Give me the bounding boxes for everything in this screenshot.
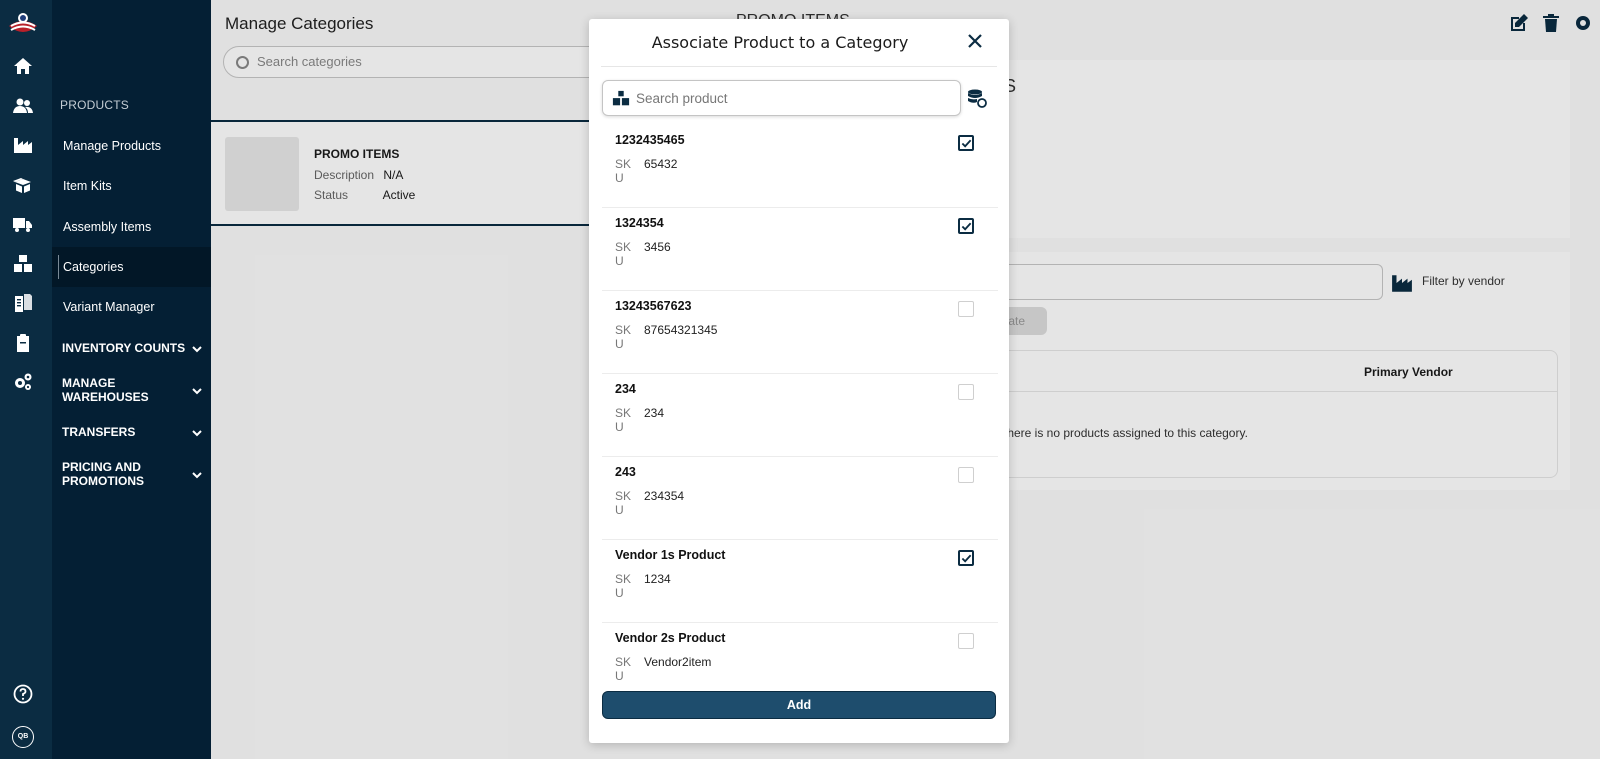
file-list-icon[interactable] — [12, 292, 34, 314]
product-list-item[interactable]: 243 SKU 234354 — [602, 457, 998, 540]
factory-icon[interactable] — [12, 134, 34, 156]
sku-value: 1234 — [644, 572, 671, 586]
sku-value: 87654321345 — [644, 323, 718, 337]
product-list: 1232435465 SKU 65432 1324354 SKU 3456 13243567… — [602, 125, 998, 685]
nav-section-products: PRODUCTS — [60, 98, 129, 112]
clipboard-icon[interactable] — [12, 332, 34, 354]
chevron-down-icon — [191, 343, 203, 355]
product-name: 234 — [615, 382, 636, 396]
nav-group-transfers[interactable]: TRANSFERS — [52, 425, 211, 441]
nav-group-label: MANAGE WAREHOUSES — [62, 376, 149, 404]
product-checkbox[interactable] — [958, 135, 974, 151]
sku-label: SKU — [615, 323, 632, 351]
product-name: 1232435465 — [615, 133, 685, 147]
sku-value: 234354 — [644, 489, 685, 503]
boxes-icon — [612, 90, 630, 113]
sku-label: SKU — [615, 157, 632, 185]
nav-group-inventory-counts[interactable]: INVENTORY COUNTS — [52, 341, 211, 357]
associate-product-modal: Associate Product to a Category 12324354… — [589, 19, 1009, 743]
product-list-item[interactable]: Vendor 1s Product SKU 1234 — [602, 540, 998, 623]
sku-value: 65432 — [644, 157, 678, 171]
icon-rail: QB — [0, 0, 52, 759]
sku-label: SKU — [615, 655, 632, 683]
product-checkbox[interactable] — [958, 550, 974, 566]
sku-value: 234 — [644, 406, 665, 420]
nav-item-item-kits[interactable]: Item Kits — [52, 166, 211, 206]
nav-item-manage-products[interactable]: Manage Products — [52, 126, 211, 166]
nav-panel: PRODUCTS Manage Products Item Kits Assem… — [52, 0, 211, 759]
database-sync-icon[interactable] — [967, 88, 987, 108]
gears-icon[interactable] — [12, 371, 34, 393]
check-icon — [961, 139, 972, 148]
nav-group-label: PRICING AND PROMOTIONS — [62, 460, 145, 488]
check-icon — [961, 222, 972, 231]
home-icon[interactable] — [12, 55, 34, 77]
nav-item-categories-label: Categories — [63, 260, 124, 274]
nav-item-assembly-items[interactable]: Assembly Items — [52, 207, 211, 247]
boxes-icon[interactable] — [12, 253, 34, 275]
product-list-item[interactable]: Vendor 2s Product SKU Vendor2item — [602, 623, 998, 685]
product-name: Vendor 1s Product — [615, 548, 726, 562]
product-search-field[interactable] — [602, 80, 961, 116]
flag-logo-icon[interactable] — [6, 10, 40, 40]
box-open-icon[interactable] — [12, 174, 34, 196]
sku-value: Vendor2item — [644, 655, 712, 669]
product-name: Vendor 2s Product — [615, 631, 726, 645]
chevron-down-icon — [191, 427, 203, 439]
check-icon — [961, 554, 972, 563]
sku-value: 3456 — [644, 240, 671, 254]
product-checkbox[interactable] — [958, 218, 974, 234]
nav-group-label: INVENTORY COUNTS — [62, 341, 186, 355]
product-name: 243 — [615, 465, 636, 479]
sku-label: SKU — [615, 406, 632, 434]
product-search-input[interactable] — [636, 88, 946, 108]
product-name: 13243567623 — [615, 299, 692, 313]
truck-icon[interactable] — [12, 213, 34, 235]
product-checkbox[interactable] — [958, 384, 974, 400]
product-list-item[interactable]: 1324354 SKU 3456 — [602, 208, 998, 291]
avatar-initials: QB — [12, 726, 34, 748]
close-icon[interactable] — [967, 33, 985, 51]
add-button[interactable]: Add — [602, 691, 996, 719]
nav-item-categories[interactable]: Categories — [52, 247, 211, 287]
nav-group-pricing-and-promotions[interactable]: PRICING AND PROMOTIONS — [52, 460, 211, 490]
product-list-item[interactable]: 234 SKU 234 — [602, 374, 998, 457]
sku-label: SKU — [615, 572, 632, 600]
product-checkbox[interactable] — [958, 467, 974, 483]
sku-label: SKU — [615, 240, 632, 268]
product-checkbox[interactable] — [958, 633, 974, 649]
nav-group-label: TRANSFERS — [62, 425, 136, 439]
nav-item-variant-manager[interactable]: Variant Manager — [52, 287, 211, 327]
modal-divider — [601, 66, 997, 67]
nav-group-manage-warehouses[interactable]: MANAGE WAREHOUSES — [52, 376, 211, 406]
sku-label: SKU — [615, 489, 632, 517]
modal-title: Associate Product to a Category — [651, 33, 909, 52]
chevron-down-icon — [191, 469, 203, 481]
product-list-item[interactable]: 1232435465 SKU 65432 — [602, 125, 998, 208]
product-checkbox[interactable] — [958, 301, 974, 317]
product-name: 1324354 — [615, 216, 664, 230]
avatar[interactable]: QB — [12, 726, 34, 748]
chevron-down-icon — [191, 385, 203, 397]
product-list-item[interactable]: 13243567623 SKU 87654321345 — [602, 291, 998, 374]
help-icon[interactable] — [12, 683, 34, 705]
users-icon[interactable] — [12, 95, 34, 117]
